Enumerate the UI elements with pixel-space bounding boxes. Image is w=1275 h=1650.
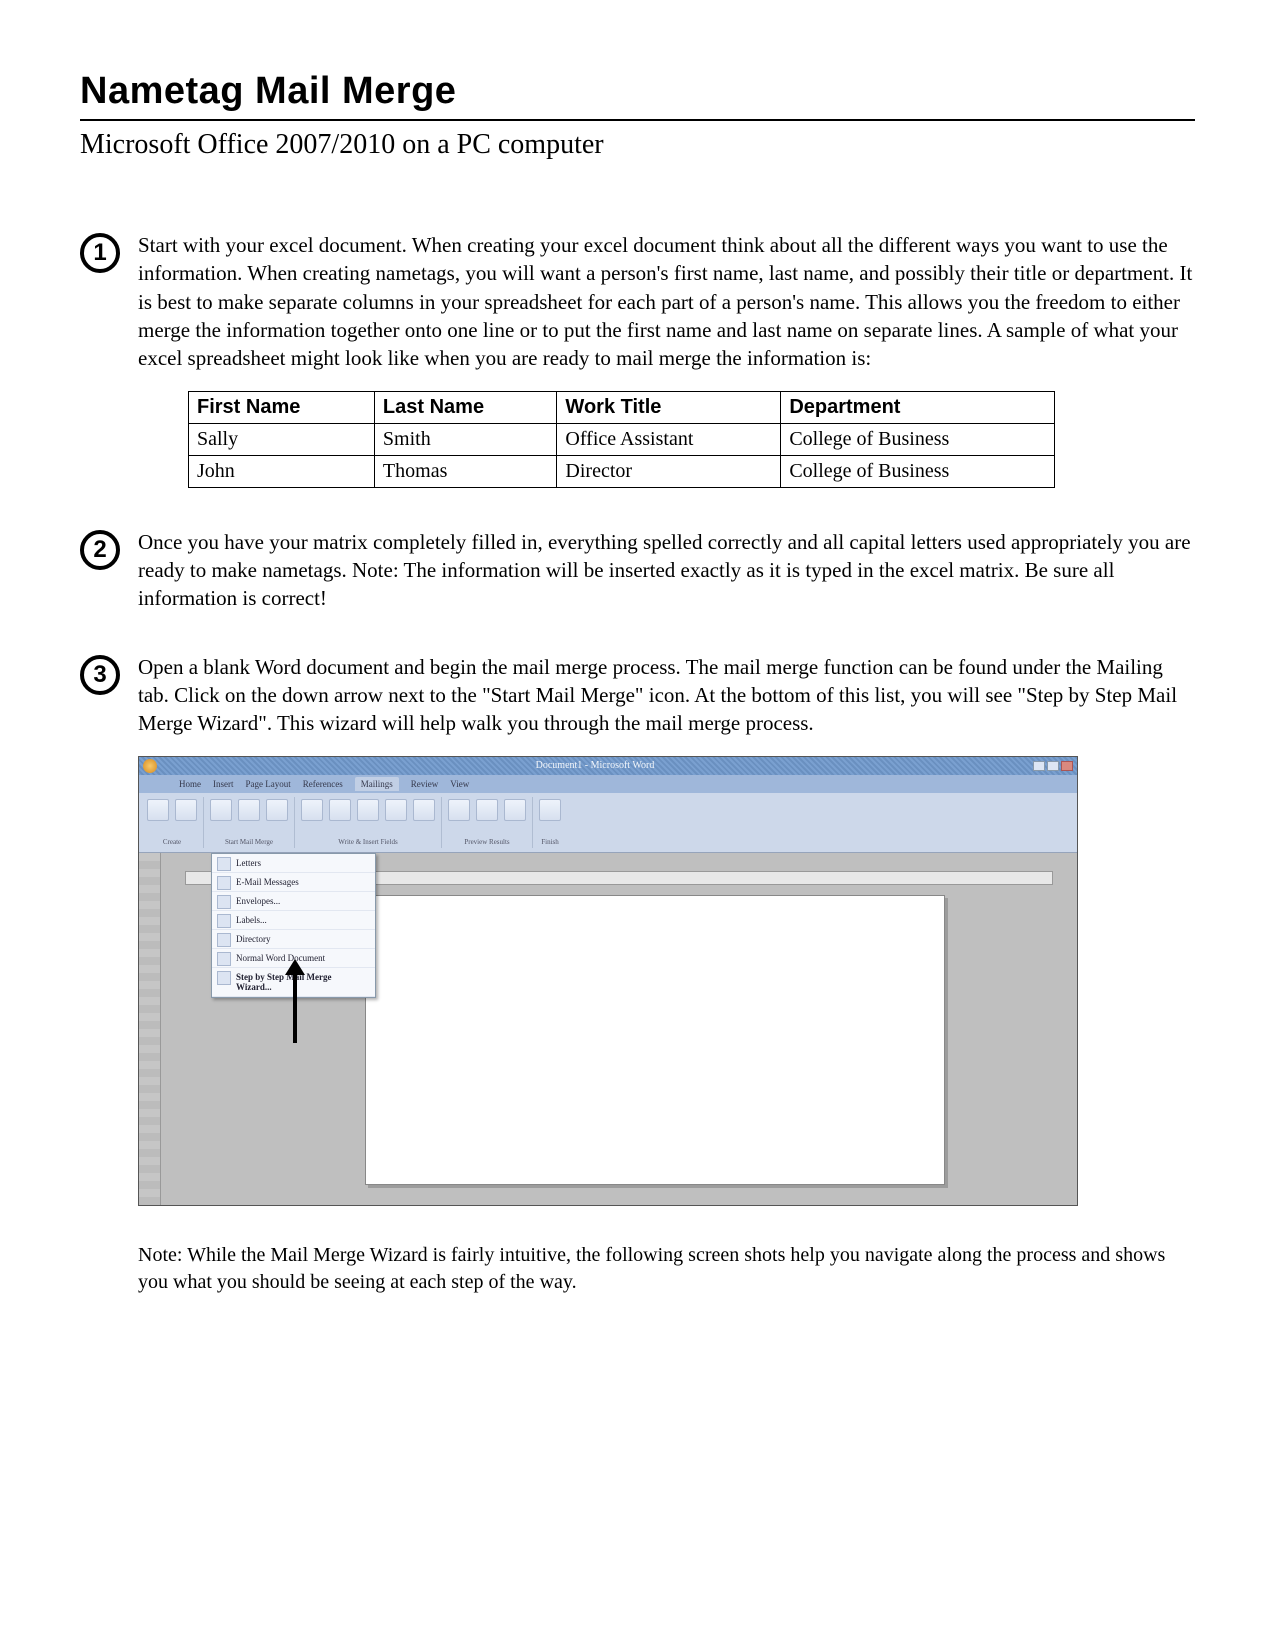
address-block-icon[interactable] (329, 799, 351, 821)
ribbon-group-label: Finish (539, 838, 561, 846)
finish-merge-icon[interactable] (539, 799, 561, 821)
ribbon-tabs[interactable]: Home Insert Page Layout References Maili… (139, 775, 1077, 793)
page-area: Letters E-Mail Messages Envelopes... Lab… (161, 853, 1077, 1205)
ribbon-group-label: Write & Insert Fields (301, 838, 435, 846)
ribbon-group-label: Start Mail Merge (210, 838, 288, 846)
ribbon-group-label: Create (147, 838, 197, 846)
preview-results-icon[interactable] (448, 799, 470, 821)
tab-insert[interactable]: Insert (213, 779, 234, 789)
col-department: Department (781, 391, 1054, 423)
step-2: 2 Once you have your matrix completely f… (80, 528, 1195, 613)
title-divider (80, 119, 1195, 121)
window-title: Document1 - Microsoft Word (157, 760, 1033, 771)
ribbon-group-start-mail-merge: Start Mail Merge (208, 797, 295, 848)
edit-recipient-list-icon[interactable] (266, 799, 288, 821)
ribbon-group-finish: Finish (537, 797, 567, 848)
document-body: Letters E-Mail Messages Envelopes... Lab… (139, 853, 1077, 1205)
rules-icon[interactable] (413, 799, 435, 821)
cell: Thomas (374, 455, 557, 487)
tab-page-layout[interactable]: Page Layout (246, 779, 291, 789)
cell: Director (557, 455, 781, 487)
dropdown-item-email[interactable]: E-Mail Messages (212, 873, 375, 892)
col-last-name: Last Name (374, 391, 557, 423)
labels-icon[interactable] (175, 799, 197, 821)
ribbon-group-write-insert: Write & Insert Fields (299, 797, 442, 848)
page-subtitle: Microsoft Office 2007/2010 on a PC compu… (80, 129, 1195, 161)
find-recipient-icon[interactable] (476, 799, 498, 821)
tab-review[interactable]: Review (411, 779, 439, 789)
minimize-icon[interactable] (1033, 761, 1045, 771)
step-2-text: Once you have your matrix completely fil… (138, 528, 1195, 613)
cell: College of Business (781, 455, 1054, 487)
word-window: Document1 - Microsoft Word Home Insert P… (138, 756, 1078, 1206)
step-badge-2: 2 (80, 530, 120, 570)
close-icon[interactable] (1061, 761, 1073, 771)
step-3-text: Open a blank Word document and begin the… (138, 653, 1195, 738)
window-titlebar: Document1 - Microsoft Word (139, 757, 1077, 775)
cell: Office Assistant (557, 423, 781, 455)
step-3: 3 Open a blank Word document and begin t… (80, 653, 1195, 738)
tab-mailings[interactable]: Mailings (355, 777, 399, 791)
maximize-icon[interactable] (1047, 761, 1059, 771)
cell: John (189, 455, 375, 487)
col-first-name: First Name (189, 391, 375, 423)
dropdown-item-labels[interactable]: Labels... (212, 911, 375, 930)
vertical-ruler (139, 853, 161, 1205)
table-row: John Thomas Director College of Business (189, 455, 1055, 487)
ribbon: Create Start Mail Merge Write & Insert F… (139, 793, 1077, 853)
step-badge-3: 3 (80, 655, 120, 695)
greeting-line-icon[interactable] (357, 799, 379, 821)
dropdown-item-envelopes[interactable]: Envelopes... (212, 892, 375, 911)
table-row: Sally Smith Office Assistant College of … (189, 423, 1055, 455)
word-screenshot: Document1 - Microsoft Word Home Insert P… (138, 756, 1195, 1206)
auto-check-errors-icon[interactable] (504, 799, 526, 821)
cell: College of Business (781, 423, 1054, 455)
annotation-arrow-icon (293, 973, 297, 1043)
office-button-icon[interactable] (143, 759, 157, 773)
page-title: Nametag Mail Merge (80, 70, 1195, 113)
dropdown-item-directory[interactable]: Directory (212, 930, 375, 949)
ribbon-group-create: Create (145, 797, 204, 848)
tab-references[interactable]: References (303, 779, 343, 789)
ribbon-group-preview: Preview Results (446, 797, 533, 848)
tab-view[interactable]: View (450, 779, 469, 789)
select-recipients-icon[interactable] (238, 799, 260, 821)
step-badge-1: 1 (80, 233, 120, 273)
window-controls[interactable] (1033, 761, 1073, 771)
sample-table: First Name Last Name Work Title Departme… (188, 391, 1055, 488)
col-work-title: Work Title (557, 391, 781, 423)
tab-home[interactable]: Home (179, 779, 201, 789)
dropdown-item-letters[interactable]: Letters (212, 854, 375, 873)
step-1-paragraph: Start with your excel document. When cre… (138, 233, 1192, 370)
cell: Smith (374, 423, 557, 455)
envelopes-icon[interactable] (147, 799, 169, 821)
step-1: 1 Start with your excel document. When c… (80, 231, 1195, 488)
ribbon-group-label: Preview Results (448, 838, 526, 846)
insert-merge-field-icon[interactable] (385, 799, 407, 821)
blank-page[interactable] (365, 895, 945, 1185)
footer-note: Note: While the Mail Merge Wizard is fai… (138, 1242, 1185, 1296)
cell: Sally (189, 423, 375, 455)
highlight-merge-fields-icon[interactable] (301, 799, 323, 821)
step-1-text: Start with your excel document. When cre… (138, 231, 1195, 488)
start-mail-merge-icon[interactable] (210, 799, 232, 821)
